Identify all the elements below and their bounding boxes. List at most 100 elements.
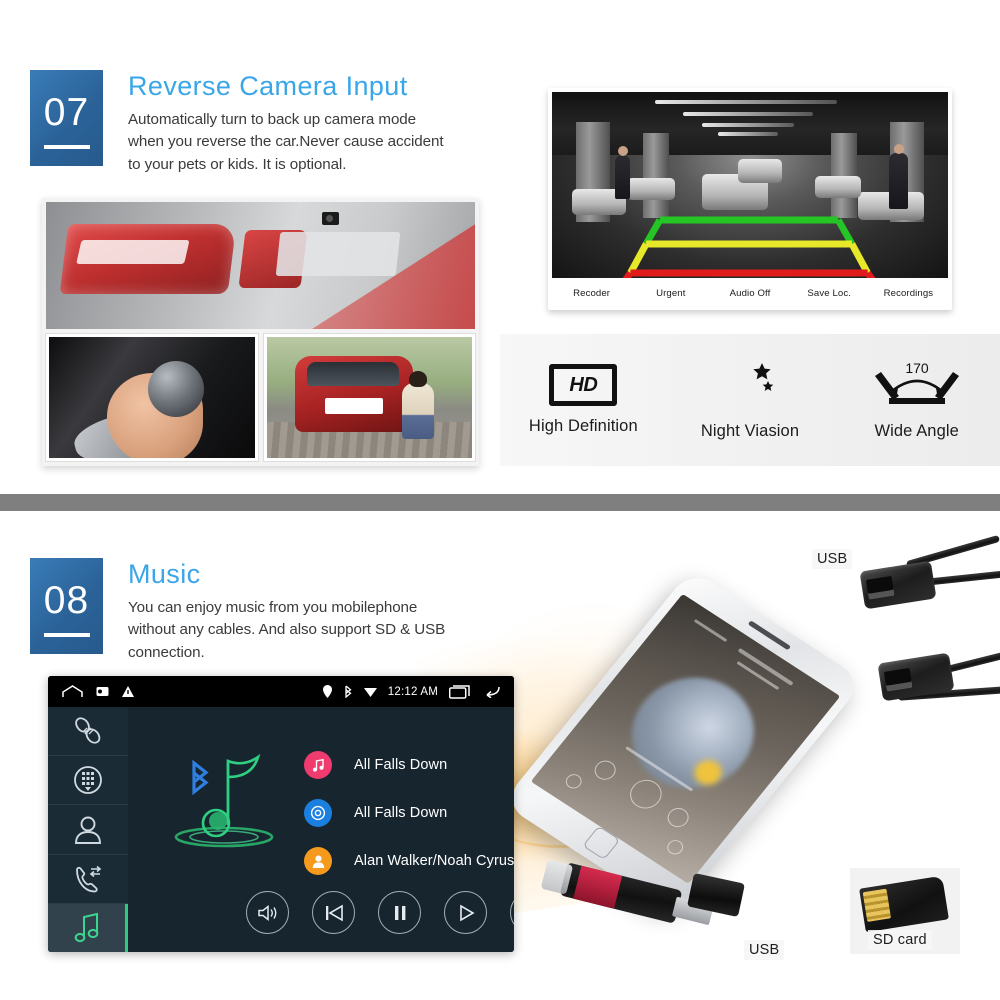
usb-drive-label: USB <box>744 940 785 960</box>
sidebar-item-call-history[interactable] <box>48 855 128 904</box>
sidebar-item-pair[interactable] <box>48 707 128 757</box>
dialpad-icon <box>74 766 102 795</box>
pause-button[interactable] <box>378 891 421 934</box>
contacts-icon <box>75 816 101 844</box>
usb-connector <box>859 560 937 610</box>
toolbar-item-audio-off[interactable]: Audio Off <box>710 288 789 299</box>
track-row[interactable]: All Falls Down <box>304 751 514 779</box>
sd-card-contacts <box>862 888 892 922</box>
child-shape <box>402 370 435 439</box>
status-bar-left-icons <box>62 685 134 698</box>
camera-toolbar[interactable]: Recoder Urgent Audio Off Save Loc. Recor… <box>552 278 948 308</box>
toolbar-item-recoder[interactable]: Recoder <box>552 288 631 299</box>
status-bar-right-icons: 12:12 AM <box>322 684 500 699</box>
toolbar-item-urgent[interactable]: Urgent <box>631 288 710 299</box>
gear-shift-photo <box>46 334 258 461</box>
screenshot-icon <box>96 687 109 696</box>
feature-wide-angle: 170 Wide Angle <box>833 360 1000 441</box>
wide-angle-degree-text: 170 <box>905 360 929 376</box>
bluetooth-music-graphic <box>166 743 286 853</box>
hd-icon: HD <box>549 364 618 406</box>
feature-label: Night Viasion <box>700 421 800 440</box>
sidebar-item-dialpad[interactable] <box>48 756 128 806</box>
sidebar-item-music[interactable] <box>48 903 128 952</box>
taillight-shape <box>59 224 237 294</box>
section-08-header: 08 Music You can enjoy music from you mo… <box>30 558 448 664</box>
parking-garage-view <box>552 92 948 278</box>
car-head-unit-screen: 12:12 AM All Falls Down All Falls Down A… <box>48 676 514 952</box>
reverse-camera-screen: Recoder Urgent Audio Off Save Loc. Recor… <box>548 88 952 310</box>
call-history-icon <box>76 865 102 893</box>
playback-controls[interactable] <box>246 891 514 934</box>
track-title: All Falls Down <box>354 757 448 773</box>
sidebar-item-contacts[interactable] <box>48 805 128 855</box>
bluetooth-icon <box>345 685 352 698</box>
collage-bottom-row <box>46 334 475 461</box>
phone-repeat-button <box>563 771 586 792</box>
location-icon <box>322 685 332 698</box>
section-08-body: You can enjoy music from you mobilephone… <box>128 598 446 661</box>
badge-underline <box>43 633 90 637</box>
badge-underline <box>43 145 90 149</box>
next-button[interactable] <box>510 891 514 934</box>
phone-list-button <box>663 836 687 857</box>
warning-icon <box>122 685 134 697</box>
section-07-body: Automatically turn to back up camera mod… <box>128 110 444 173</box>
bluetooth-link-icon <box>75 717 101 744</box>
phone-previous-button <box>590 757 621 784</box>
section-08-text: Music You can enjoy music from you mobil… <box>128 558 448 664</box>
car-rear-photo <box>46 202 475 329</box>
feature-label: Wide Angle <box>874 421 959 440</box>
section-divider <box>0 494 1000 511</box>
wifi-icon <box>363 688 377 697</box>
feature-high-definition: HD High Definition <box>500 364 667 436</box>
status-bar-clock: 12:12 AM <box>387 685 438 698</box>
feature-label: High Definition <box>528 417 638 435</box>
android-status-bar: 12:12 AM <box>48 676 514 707</box>
volume-button[interactable] <box>246 891 289 934</box>
play-icon <box>459 904 475 921</box>
play-button[interactable] <box>444 891 487 934</box>
back-icon <box>486 686 500 698</box>
section-07-title: Reverse Camera Input <box>128 71 408 101</box>
product-feature-page: 07 Reverse Camera Input Automatically tu… <box>0 0 1000 1000</box>
red-suv-shape <box>295 356 414 433</box>
usb-cable-label: USB <box>812 549 853 569</box>
head-unit-body: All Falls Down All Falls Down Alan Walke… <box>48 707 514 952</box>
reverse-camera-collage <box>42 198 479 466</box>
section-number: 08 <box>43 579 90 622</box>
recents-icon <box>449 684 470 699</box>
section-07-text: Reverse Camera Input Automatically turn … <box>128 70 448 176</box>
track-album: All Falls Down <box>354 805 448 821</box>
rear-camera-module-icon <box>322 212 339 225</box>
track-list: All Falls Down All Falls Down Alan Walke… <box>304 751 514 875</box>
track-row[interactable]: All Falls Down <box>304 799 514 827</box>
phone-track-artist <box>736 661 780 691</box>
section-number: 07 <box>43 91 90 134</box>
phone-status-text <box>693 619 728 643</box>
camera-features-bar: HD High Definition Night Viasion 170 Wid… <box>500 334 1000 466</box>
track-artist: Alan Walker/Noah Cyrus... <box>354 853 514 869</box>
album-icon <box>304 799 332 827</box>
toolbar-item-save-loc[interactable]: Save Loc. <box>790 288 869 299</box>
toolbar-item-recordings[interactable]: Recordings <box>869 288 948 299</box>
previous-icon <box>325 904 343 921</box>
section-08-title: Music <box>128 559 201 589</box>
sd-card-label: SD card <box>868 930 932 950</box>
music-note-icon <box>304 751 332 779</box>
license-plate-area <box>275 232 401 276</box>
feature-night-vision: Night Viasion <box>667 360 834 441</box>
pause-icon <box>394 905 405 920</box>
section-07-number-badge: 07 <box>30 70 103 166</box>
head-unit-sidebar[interactable] <box>48 707 128 952</box>
gear-knob-shape <box>147 361 204 418</box>
wide-angle-icon: 170 <box>871 360 963 411</box>
hd-badge-text: HD <box>569 373 598 396</box>
track-row[interactable]: Alan Walker/Noah Cyrus... <box>304 847 514 875</box>
phone-next-button <box>663 804 693 831</box>
moon-star-icon <box>721 360 779 411</box>
usb-drive-clear-cap <box>540 859 574 895</box>
section-08-number-badge: 08 <box>30 558 103 654</box>
music-player-panel: All Falls Down All Falls Down Alan Walke… <box>128 707 514 952</box>
previous-button[interactable] <box>312 891 355 934</box>
